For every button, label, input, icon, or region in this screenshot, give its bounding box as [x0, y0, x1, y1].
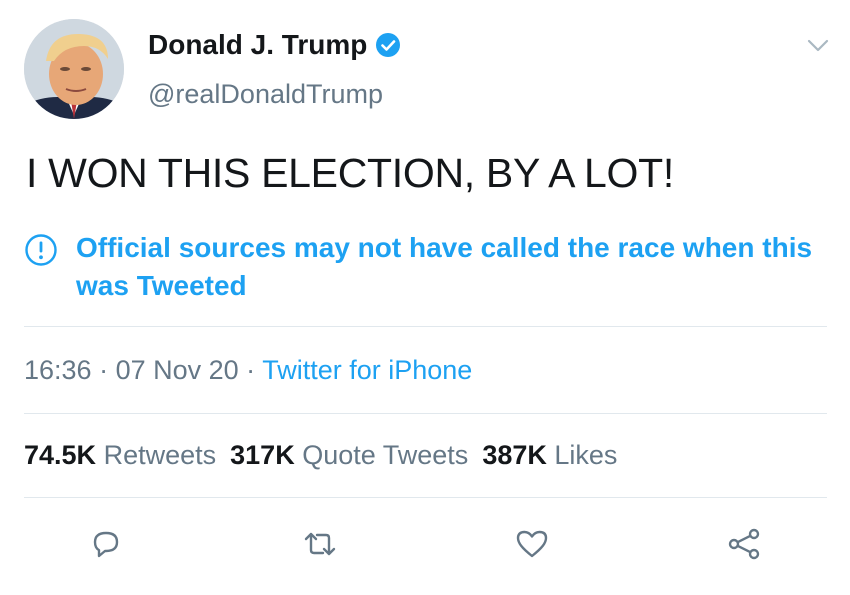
likes-stat[interactable]: 387K Likes [482, 440, 617, 470]
tweet-date: 07 Nov 20 [115, 355, 239, 385]
meta-separator: · [91, 355, 116, 385]
reply-icon [93, 531, 119, 558]
quote-tweets-stat[interactable]: 317K Quote Tweets [230, 440, 468, 470]
divider [24, 497, 827, 498]
display-name-text: Donald J. Trump [148, 29, 368, 60]
display-name[interactable]: Donald J. Trump [148, 29, 401, 61]
meta-separator: · [238, 355, 263, 385]
share-button[interactable] [726, 526, 762, 562]
retweet-button[interactable] [302, 526, 338, 562]
tweet-source-link[interactable]: Twitter for iPhone [262, 355, 472, 385]
likes-count: 387K [482, 440, 547, 470]
avatar[interactable] [24, 19, 124, 119]
share-icon [728, 528, 760, 560]
quote-tweets-label: Quote Tweets [302, 440, 469, 470]
divider [24, 413, 827, 414]
user-handle[interactable]: @realDonaldTrump [148, 79, 383, 110]
likes-label: Likes [554, 440, 618, 470]
avatar-image [24, 19, 124, 119]
tweet-stats: 74.5K Retweets 317K Quote Tweets 387K Like… [24, 440, 617, 471]
chevron-down-icon[interactable] [805, 37, 831, 55]
tweet-time: 16:36 [24, 355, 92, 385]
reply-button[interactable] [88, 526, 124, 562]
retweet-icon [304, 532, 336, 556]
quote-tweets-count: 317K [230, 440, 295, 470]
tweet-meta: 16:36 · 07 Nov 20 · Twitter for iPhone [24, 355, 472, 386]
notice-text: Official sources may not have called the… [76, 232, 813, 301]
heart-icon [516, 530, 548, 558]
retweets-count: 74.5K [24, 440, 97, 470]
retweets-label: Retweets [103, 440, 217, 470]
verified-badge-icon [375, 32, 401, 58]
exclamation-circle-icon [24, 233, 58, 267]
retweets-stat[interactable]: 74.5K Retweets [24, 440, 216, 470]
tweet-text: I WON THIS ELECTION, BY A LOT! [26, 150, 674, 196]
divider [24, 326, 827, 327]
like-button[interactable] [514, 526, 550, 562]
